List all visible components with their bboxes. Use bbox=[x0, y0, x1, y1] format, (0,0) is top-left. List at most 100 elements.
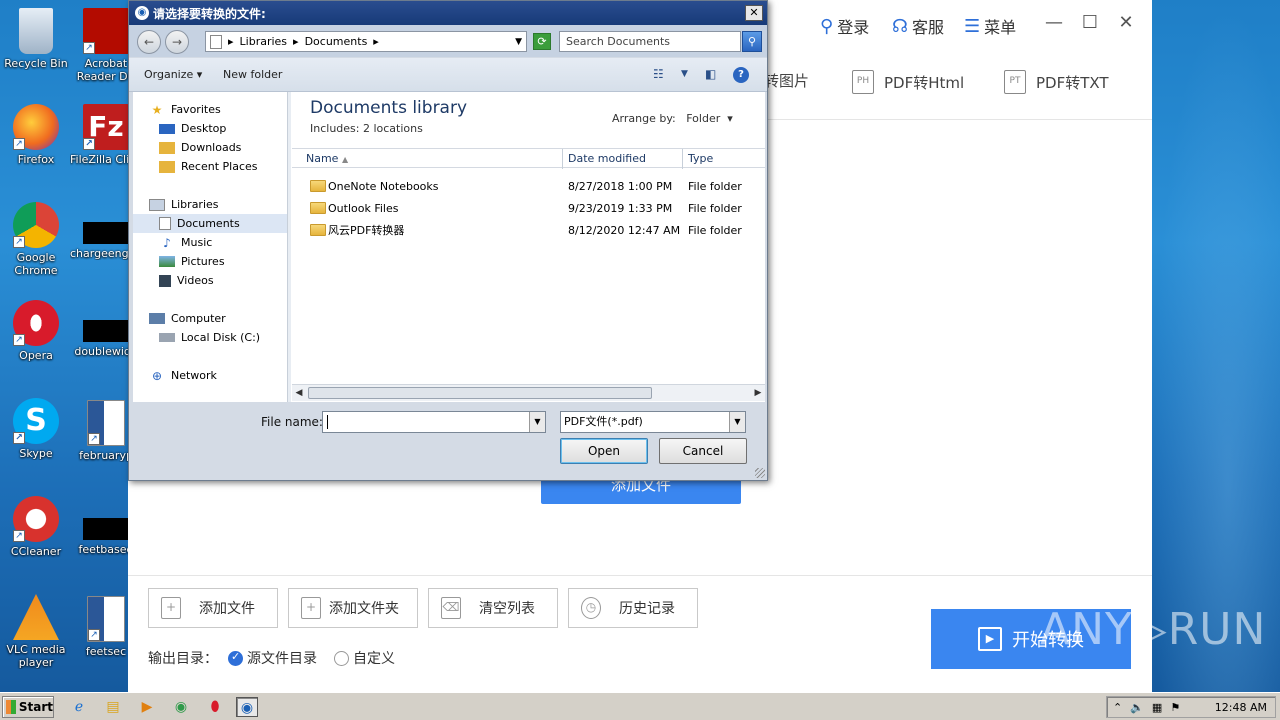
chevron-right-icon: ▸ bbox=[293, 35, 299, 48]
dialog-title: 请选择要转换的文件: bbox=[153, 6, 266, 21]
nav-libraries[interactable]: Libraries bbox=[149, 195, 219, 214]
back-button[interactable]: ← bbox=[137, 30, 161, 54]
acrobat-icon: ↗ bbox=[83, 8, 129, 54]
search-input[interactable]: Search Documents bbox=[559, 31, 741, 52]
network-tray-icon[interactable]: ▦ bbox=[1152, 701, 1162, 714]
address-bar[interactable]: ▸ Libraries ▸ Documents ▸ ▼ bbox=[205, 31, 527, 52]
service-button[interactable]: ☊ 客服 bbox=[892, 14, 944, 38]
videos-icon bbox=[159, 274, 171, 287]
nav-documents[interactable]: Documents bbox=[133, 214, 287, 233]
resize-grip[interactable] bbox=[755, 468, 765, 478]
nav-pictures[interactable]: Pictures bbox=[159, 252, 225, 271]
library-subtitle: Includes: 2 locations bbox=[310, 122, 423, 135]
computer-icon bbox=[149, 313, 165, 324]
file-row[interactable]: 风云PDF转换器 8/12/2020 12:47 AM File folder bbox=[292, 219, 765, 241]
view-options-icon[interactable]: ☷ bbox=[653, 67, 664, 81]
clock[interactable]: 12:48 AM bbox=[1215, 701, 1267, 714]
chevron-down-icon[interactable]: ▼ bbox=[529, 412, 545, 432]
desktop-icon-ccleaner[interactable]: ↗ CCleaner bbox=[0, 496, 72, 558]
radio-custom-dir[interactable]: 自定义 bbox=[334, 648, 395, 668]
dialog-title-bar[interactable]: ◉ 请选择要转换的文件: ✕ bbox=[129, 1, 767, 25]
folder-icon bbox=[310, 224, 326, 236]
open-button[interactable]: Open bbox=[560, 438, 648, 464]
file-row[interactable]: Outlook Files 9/23/2019 1:33 PM File fol… bbox=[292, 197, 765, 219]
add-folder-button[interactable]: + 添加文件夹 bbox=[288, 588, 418, 628]
breadcrumb-libraries[interactable]: Libraries bbox=[240, 35, 288, 48]
refresh-button[interactable]: ⟳ bbox=[533, 33, 551, 50]
nav-computer[interactable]: Computer bbox=[149, 309, 226, 328]
headset-icon: ☊ bbox=[892, 15, 908, 37]
media-player-icon[interactable]: ▶ bbox=[136, 697, 158, 717]
flag-icon[interactable]: ⚑ bbox=[1170, 701, 1180, 714]
column-date[interactable]: Date modified bbox=[563, 149, 683, 169]
nav-downloads[interactable]: Downloads bbox=[159, 138, 241, 157]
ie-icon[interactable]: ℯ bbox=[68, 697, 90, 717]
organize-button[interactable]: Organize ▾ bbox=[144, 68, 202, 81]
forward-button[interactable]: → bbox=[165, 30, 189, 54]
new-folder-button[interactable]: New folder bbox=[223, 68, 282, 81]
file-row[interactable]: OneNote Notebooks 8/27/2018 1:00 PM File… bbox=[292, 175, 765, 197]
clear-list-button[interactable]: ⌫ 清空列表 bbox=[428, 588, 558, 628]
folder-icon bbox=[310, 180, 326, 192]
desktop-icon-opera[interactable]: ↗ Opera bbox=[0, 300, 72, 362]
recent-places-icon bbox=[159, 160, 175, 173]
cancel-button[interactable]: Cancel bbox=[659, 438, 747, 464]
history-button[interactable]: ◷ 历史记录 bbox=[568, 588, 698, 628]
clock-icon: ◷ bbox=[581, 597, 601, 619]
login-button[interactable]: ⚲ 登录 bbox=[820, 14, 869, 38]
tab-pdf-to-txt[interactable]: PT PDF转TXT bbox=[1004, 70, 1109, 94]
maximize-button[interactable]: ☐ bbox=[1078, 12, 1102, 33]
chevron-up-icon[interactable]: ⌃ bbox=[1113, 701, 1122, 714]
minimize-button[interactable]: — bbox=[1042, 12, 1066, 33]
preview-pane-icon[interactable]: ◧ bbox=[705, 67, 716, 81]
arrange-by[interactable]: Arrange by: Folder ▾ bbox=[612, 112, 733, 125]
tab-pdf-to-html[interactable]: PH PDF转Html bbox=[852, 70, 964, 94]
scroll-left-icon[interactable]: ◀ bbox=[292, 386, 306, 400]
breadcrumb-documents[interactable]: Documents bbox=[305, 35, 368, 48]
column-type[interactable]: Type bbox=[683, 149, 765, 169]
nav-videos[interactable]: Videos bbox=[159, 271, 214, 290]
dialog-close-button[interactable]: ✕ bbox=[745, 5, 763, 21]
tab-pdf-to-image[interactable]: 转图片 bbox=[764, 70, 809, 91]
desktop-icon-chrome[interactable]: ↗ Google Chrome bbox=[0, 202, 72, 277]
pane-splitter[interactable] bbox=[287, 92, 291, 402]
start-button[interactable]: Start bbox=[2, 696, 54, 718]
nav-network[interactable]: ⊕ Network bbox=[149, 366, 217, 385]
nav-desktop[interactable]: Desktop bbox=[159, 119, 226, 138]
nav-local-disk[interactable]: Local Disk (C:) bbox=[159, 328, 260, 347]
file-name-input[interactable]: ▼ bbox=[322, 411, 546, 433]
file-type-select[interactable]: PDF文件(*.pdf) ▼ bbox=[560, 411, 746, 433]
pdf-html-icon: PH bbox=[852, 70, 874, 94]
desktop-icon-vlc[interactable]: VLC media player bbox=[0, 594, 72, 669]
radio-unchecked-icon bbox=[334, 650, 349, 666]
menu-button[interactable]: ☰ 菜单 bbox=[964, 14, 1016, 38]
help-icon[interactable]: ? bbox=[733, 67, 749, 83]
volume-icon[interactable]: 🔈 bbox=[1130, 701, 1144, 714]
search-icon[interactable]: ⚲ bbox=[742, 31, 762, 52]
nav-music[interactable]: ♪ Music bbox=[159, 233, 212, 252]
opera-taskbar-icon[interactable]: ⬮ bbox=[204, 697, 226, 717]
column-headers: Name ▲ Date modified Type bbox=[292, 148, 765, 169]
desktop-icon-recycle-bin[interactable]: Recycle Bin bbox=[0, 8, 72, 70]
nav-favorites[interactable]: ★ Favorites bbox=[149, 100, 221, 119]
chevron-right-icon: ▸ bbox=[228, 35, 234, 48]
chevron-down-icon[interactable]: ▼ bbox=[681, 69, 688, 79]
nav-recent-places[interactable]: Recent Places bbox=[159, 157, 258, 176]
desktop-icon-firefox[interactable]: ↗ Firefox bbox=[0, 104, 72, 166]
chevron-down-icon[interactable]: ▼ bbox=[515, 37, 522, 47]
pdf-converter-taskbar-icon[interactable]: ◉ bbox=[236, 697, 258, 717]
anyrun-watermark: ANY▷RUN bbox=[1040, 604, 1267, 655]
chrome-taskbar-icon[interactable]: ◉ bbox=[170, 697, 192, 717]
scroll-thumb[interactable] bbox=[308, 387, 652, 399]
trash-icon: ⌫ bbox=[441, 597, 461, 619]
close-button[interactable]: ✕ bbox=[1114, 12, 1138, 33]
explorer-icon[interactable]: ▤ bbox=[102, 697, 124, 717]
pdf-txt-icon: PT bbox=[1004, 70, 1026, 94]
radio-source-dir[interactable]: 源文件目录 bbox=[228, 648, 317, 668]
horizontal-scrollbar[interactable]: ◀ ▶ bbox=[292, 384, 765, 401]
add-file-button[interactable]: + 添加文件 bbox=[148, 588, 278, 628]
column-name[interactable]: Name ▲ bbox=[292, 149, 563, 169]
desktop-icon-skype[interactable]: S ↗ Skype bbox=[0, 398, 72, 460]
scroll-right-icon[interactable]: ▶ bbox=[751, 386, 765, 400]
chevron-down-icon[interactable]: ▼ bbox=[729, 412, 745, 432]
